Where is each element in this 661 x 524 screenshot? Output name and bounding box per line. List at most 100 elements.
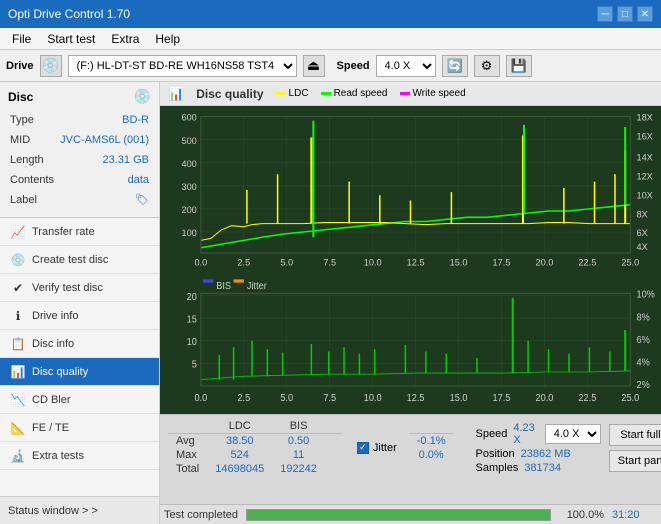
sidebar-item-extra-tests[interactable]: 🔬 Extra tests bbox=[0, 442, 159, 470]
svg-text:15.0: 15.0 bbox=[450, 393, 468, 404]
disc-label-row: Label 🏷 bbox=[10, 191, 149, 209]
svg-text:7.5: 7.5 bbox=[323, 393, 336, 404]
svg-text:400: 400 bbox=[181, 159, 196, 169]
speed-select-stats[interactable]: 4.0 X bbox=[545, 424, 601, 444]
read-speed-legend-label: Read speed bbox=[334, 88, 388, 99]
svg-text:10X: 10X bbox=[636, 190, 653, 200]
sidebar-item-disc-quality[interactable]: 📊 Disc quality bbox=[0, 358, 159, 386]
disc-info-icon: 📋 bbox=[10, 336, 26, 352]
transfer-rate-icon: 📈 bbox=[10, 224, 26, 240]
disc-type-row: Type BD-R bbox=[10, 111, 149, 129]
total-bis: 192242 bbox=[272, 462, 325, 476]
svg-text:0.0: 0.0 bbox=[195, 257, 208, 267]
disc-icon: 💿 bbox=[134, 88, 151, 105]
svg-text:4X: 4X bbox=[636, 242, 648, 252]
settings-button[interactable]: ⚙ bbox=[474, 55, 500, 77]
save-button[interactable]: 💾 bbox=[506, 55, 532, 77]
svg-text:7.5: 7.5 bbox=[323, 257, 336, 267]
eject-button[interactable]: ⏏ bbox=[303, 55, 325, 77]
menu-bar: File Start test Extra Help bbox=[0, 28, 661, 50]
speed-label-text: Speed bbox=[476, 428, 508, 440]
svg-text:17.5: 17.5 bbox=[493, 257, 511, 267]
svg-text:100: 100 bbox=[181, 228, 196, 238]
avg-bis: 0.50 bbox=[272, 434, 325, 449]
jitter-max-row: 0.0% bbox=[409, 448, 454, 462]
speed-select[interactable]: 4.0 X bbox=[376, 55, 436, 77]
speed-info: Speed 4.23 X 4.0 X Position 23862 MB Sam… bbox=[476, 422, 601, 474]
col-header-spacer bbox=[325, 419, 341, 434]
jitter-label: Jitter bbox=[373, 442, 397, 454]
ldc-legend-label: LDC bbox=[289, 88, 309, 99]
svg-text:10.0: 10.0 bbox=[364, 393, 382, 404]
svg-text:10.0: 10.0 bbox=[364, 257, 382, 267]
speed-label: Speed bbox=[337, 60, 370, 72]
start-part-button[interactable]: Start part bbox=[609, 450, 661, 472]
max-label: Max bbox=[168, 448, 207, 462]
drive-select[interactable]: (F:) HL-DT-ST BD-RE WH16NS58 TST4 bbox=[68, 55, 297, 77]
drive-icon: 💿 bbox=[40, 55, 62, 77]
status-window[interactable]: Status window > > bbox=[0, 496, 159, 524]
stats-bar: LDC BIS Avg 38.50 0.50 Max bbox=[160, 414, 661, 504]
samples-label: Samples bbox=[476, 462, 519, 474]
max-ldc: 524 bbox=[207, 448, 272, 462]
sidebar-item-fe-te[interactable]: 📐 FE / TE bbox=[0, 414, 159, 442]
svg-text:10: 10 bbox=[187, 337, 197, 348]
legend-ldc: LDC bbox=[276, 88, 309, 99]
legend-write-speed: Write speed bbox=[400, 88, 466, 99]
label-value: 🏷 bbox=[57, 191, 149, 209]
sidebar-item-transfer-rate[interactable]: 📈 Transfer rate bbox=[0, 218, 159, 246]
sidebar-item-disc-info[interactable]: 📋 Disc info bbox=[0, 330, 159, 358]
position-label: Position bbox=[476, 448, 515, 460]
upper-chart-svg: 600 500 400 300 200 100 18X 16X 14X 12X … bbox=[160, 106, 661, 274]
sidebar-item-create-test-disc[interactable]: 💿 Create test disc bbox=[0, 246, 159, 274]
svg-text:20.0: 20.0 bbox=[535, 257, 553, 267]
drive-info-label: Drive info bbox=[32, 310, 78, 322]
col-header-ldc: LDC bbox=[207, 419, 272, 434]
fe-te-icon: 📐 bbox=[10, 420, 26, 436]
svg-text:16X: 16X bbox=[636, 131, 653, 141]
svg-text:25.0: 25.0 bbox=[621, 257, 639, 267]
max-bis: 11 bbox=[272, 448, 325, 462]
svg-text:200: 200 bbox=[181, 205, 196, 215]
status-window-label: Status window > > bbox=[8, 505, 98, 517]
sidebar-item-verify-test-disc[interactable]: ✔ Verify test disc bbox=[0, 274, 159, 302]
progress-speed: 31:20 bbox=[612, 509, 657, 521]
start-full-button[interactable]: Start full bbox=[609, 424, 661, 446]
svg-text:25.0: 25.0 bbox=[621, 393, 639, 404]
minimize-button[interactable]: ─ bbox=[597, 6, 613, 22]
svg-text:22.5: 22.5 bbox=[578, 257, 596, 267]
status-text: Test completed bbox=[164, 509, 238, 521]
menu-help[interactable]: Help bbox=[147, 30, 188, 48]
drive-bar: Drive 💿 (F:) HL-DT-ST BD-RE WH16NS58 TST… bbox=[0, 50, 661, 82]
svg-text:2.5: 2.5 bbox=[237, 257, 250, 267]
type-label: Type bbox=[10, 111, 55, 129]
maximize-button[interactable]: □ bbox=[617, 6, 633, 22]
start-buttons: Start full Start part bbox=[609, 424, 661, 472]
chart-title: Disc quality bbox=[196, 87, 263, 101]
upper-chart: 600 500 400 300 200 100 18X 16X 14X 12X … bbox=[160, 106, 661, 274]
refresh-button[interactable]: 🔄 bbox=[442, 55, 468, 77]
lower-chart: BIS Jitter bbox=[160, 274, 661, 414]
total-ldc: 14698045 bbox=[207, 462, 272, 476]
jitter-table: -0.1% 0.0% bbox=[409, 431, 454, 464]
sidebar-item-drive-info[interactable]: ℹ Drive info bbox=[0, 302, 159, 330]
svg-text:14X: 14X bbox=[636, 152, 653, 162]
menu-extra[interactable]: Extra bbox=[103, 30, 147, 48]
menu-start-test[interactable]: Start test bbox=[39, 30, 103, 48]
stats-max-row: Max 524 11 bbox=[168, 448, 341, 462]
jitter-total-val bbox=[409, 462, 454, 464]
legend-read-speed: Read speed bbox=[321, 88, 388, 99]
svg-text:12.5: 12.5 bbox=[407, 257, 425, 267]
main-container: Disc 💿 Type BD-R MID JVC-AMS6L (001) Len… bbox=[0, 82, 661, 524]
jitter-checkbox[interactable]: ✓ bbox=[357, 442, 369, 454]
close-button[interactable]: ✕ bbox=[637, 6, 653, 22]
sidebar-item-cd-bler[interactable]: 📉 CD Bler bbox=[0, 386, 159, 414]
avg-label: Avg bbox=[168, 434, 207, 449]
mid-value: JVC-AMS6L (001) bbox=[57, 131, 149, 149]
drive-label: Drive bbox=[6, 60, 34, 72]
read-speed-color bbox=[321, 92, 331, 95]
chart-header: 📊 Disc quality LDC Read speed Write spee… bbox=[160, 82, 661, 106]
menu-file[interactable]: File bbox=[4, 30, 39, 48]
progress-bar-bg bbox=[246, 509, 551, 521]
disc-quality-icon: 📊 bbox=[10, 364, 26, 380]
